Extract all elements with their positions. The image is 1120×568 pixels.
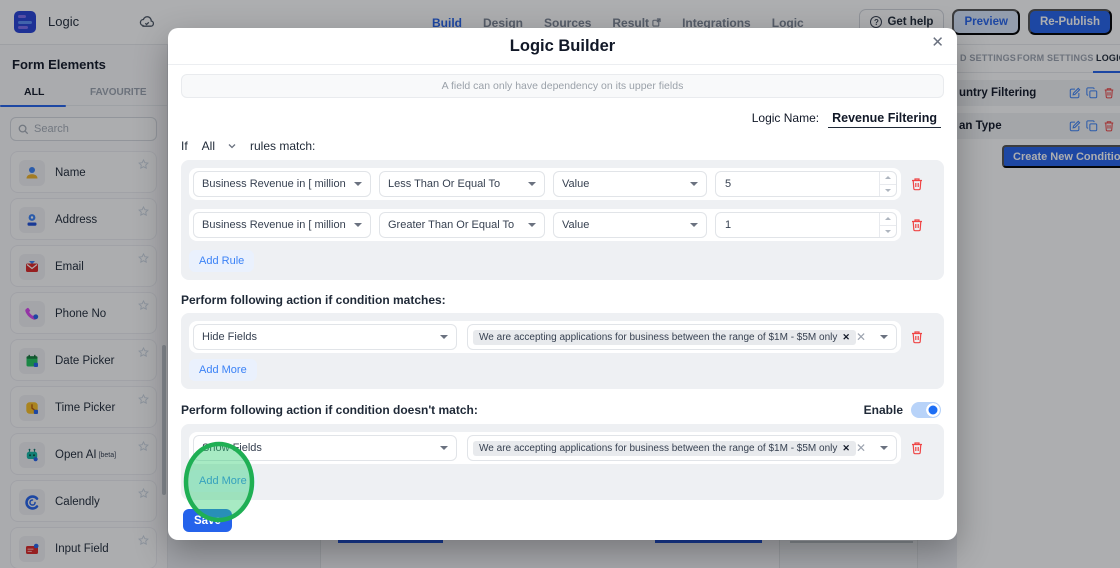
chip-remove-icon[interactable]: ✕: [842, 443, 850, 454]
field-chip-label: We are accepting applications for busine…: [479, 332, 837, 343]
enable-wrap: Enable: [864, 402, 944, 418]
delete-rule-icon[interactable]: [910, 177, 924, 191]
rules-match-row: If All rules match:: [181, 139, 944, 153]
match-action-label: Perform following action if condition ma…: [181, 293, 944, 307]
value-number-input[interactable]: 1: [715, 212, 897, 238]
rule-inputs: Business Revenue in [ million $ ] Less T…: [189, 168, 901, 200]
caret-down-icon: [690, 182, 698, 186]
app-frame: Logic Build Design Sources Result Integr…: [0, 0, 1120, 568]
match-mode-select[interactable]: All: [202, 139, 236, 153]
rule-row-2: Business Revenue in [ million $ ] Greate…: [189, 209, 936, 241]
enable-toggle[interactable]: [911, 402, 941, 418]
match-mode-value: All: [202, 139, 215, 153]
caret-down-icon: [528, 223, 536, 227]
action-select[interactable]: Show Fields: [193, 435, 457, 461]
close-icon[interactable]: ✕: [931, 35, 944, 50]
modal-title: Logic Builder: [510, 37, 615, 56]
action-inputs: Hide Fields We are accepting application…: [189, 321, 901, 353]
modal-header: Logic Builder ✕: [168, 28, 957, 65]
logic-name-label: Logic Name:: [752, 111, 819, 125]
clear-all-icon[interactable]: ✕: [856, 441, 874, 455]
add-rule-button[interactable]: Add Rule: [189, 250, 254, 272]
value-type-select[interactable]: Value: [553, 171, 707, 197]
delete-action-icon[interactable]: [910, 330, 924, 344]
caret-down-icon: [440, 335, 448, 339]
caret-down-icon: [354, 223, 362, 227]
enable-label: Enable: [864, 403, 903, 417]
action-row: Show Fields We are accepting application…: [189, 432, 936, 464]
rule-row-1: Business Revenue in [ million $ ] Less T…: [189, 168, 936, 200]
delete-action-icon[interactable]: [910, 441, 924, 455]
caret-down-icon: [880, 335, 888, 339]
caret-down-icon: [880, 446, 888, 450]
match-action-container: Hide Fields We are accepting application…: [181, 313, 944, 389]
delete-rule-icon[interactable]: [910, 218, 924, 232]
caret-down-icon: [354, 182, 362, 186]
nomatch-action-label: Perform following action if condition do…: [181, 402, 944, 418]
rule-inputs: Business Revenue in [ million $ ] Greate…: [189, 209, 901, 241]
field-select[interactable]: Business Revenue in [ million $ ]: [193, 171, 371, 197]
action-inputs: Show Fields We are accepting application…: [189, 432, 901, 464]
clear-all-icon[interactable]: ✕: [856, 330, 874, 344]
nomatch-action-container: Show Fields We are accepting application…: [181, 424, 944, 500]
operator-select[interactable]: Greater Than Or Equal To: [379, 212, 545, 238]
value-type-select[interactable]: Value: [553, 212, 707, 238]
logic-name-row: Logic Name: Revenue Filtering: [181, 111, 944, 128]
toggle-knob: [926, 403, 940, 417]
action-select[interactable]: Hide Fields: [193, 324, 457, 350]
number-stepper[interactable]: [879, 172, 896, 196]
fields-multiselect[interactable]: We are accepting applications for busine…: [467, 435, 897, 461]
logic-name-input[interactable]: Revenue Filtering: [828, 111, 941, 128]
if-label: If: [181, 139, 188, 153]
field-select[interactable]: Business Revenue in [ million $ ]: [193, 212, 371, 238]
action-row: Hide Fields We are accepting application…: [189, 321, 936, 353]
nomatch-label-text: Perform following action if condition do…: [181, 403, 478, 417]
chevron-down-icon: [228, 143, 236, 149]
modal-body: A field can only have dependency on its …: [168, 74, 957, 532]
caret-down-icon: [690, 223, 698, 227]
number-stepper[interactable]: [879, 213, 896, 237]
add-more-button-highlighted[interactable]: Add More: [189, 470, 257, 492]
operator-select[interactable]: Less Than Or Equal To: [379, 171, 545, 197]
caret-down-icon: [440, 446, 448, 450]
rules-container: Business Revenue in [ million $ ] Less T…: [181, 160, 944, 280]
logic-builder-modal: Logic Builder ✕ A field can only have de…: [168, 28, 957, 540]
value-number-input[interactable]: 5: [715, 171, 897, 197]
save-button[interactable]: Save: [183, 509, 232, 532]
dependency-info-banner: A field can only have dependency on its …: [181, 74, 944, 98]
field-chip-label: We are accepting applications for busine…: [479, 443, 837, 454]
add-more-button[interactable]: Add More: [189, 359, 257, 381]
chip-remove-icon[interactable]: ✕: [842, 332, 850, 343]
field-chip: We are accepting applications for busine…: [473, 441, 856, 456]
rules-match-label: rules match:: [250, 139, 315, 153]
caret-down-icon: [528, 182, 536, 186]
fields-multiselect[interactable]: We are accepting applications for busine…: [467, 324, 897, 350]
field-chip: We are accepting applications for busine…: [473, 330, 856, 345]
